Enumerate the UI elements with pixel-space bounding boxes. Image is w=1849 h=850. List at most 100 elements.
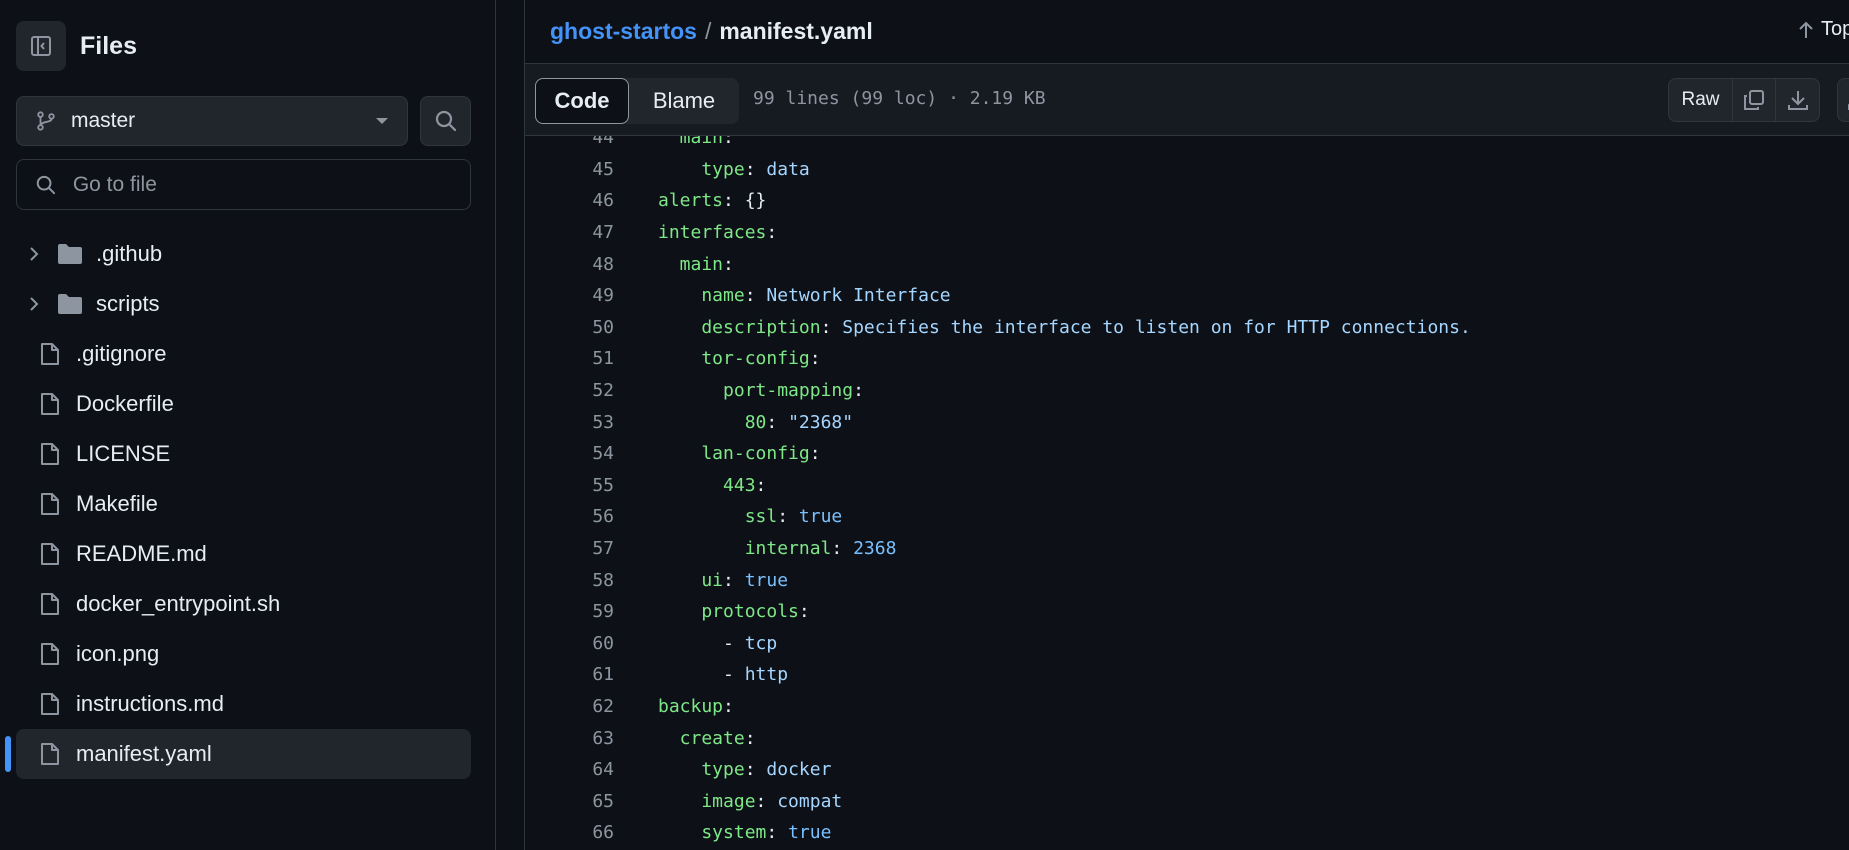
file-icon [36,342,64,366]
top-button[interactable]: Top [1797,18,1849,41]
code-line: 57 internal: 2368 [525,533,1471,565]
line-number[interactable]: 51 [525,348,614,369]
line-number[interactable]: 59 [525,601,614,622]
line-content: name: Network Interface [658,285,950,306]
sidebar-title: Files [80,31,137,60]
code-view[interactable]: 44 main: 45 type: data 46 alerts: {} 47 interfa… [525,136,1849,850]
line-number[interactable]: 55 [525,475,614,496]
code-line: 64 type: docker [525,754,1471,786]
line-content: port-mapping: [658,380,864,401]
file-icon [36,492,64,516]
line-number[interactable]: 54 [525,443,614,464]
line-number[interactable]: 50 [525,317,614,338]
yaml-punct: : [755,790,778,812]
git-branch-icon [37,111,55,131]
line-number[interactable]: 66 [525,822,614,843]
sidebar-header: Files [16,20,137,72]
line-number[interactable]: 63 [525,728,614,749]
tree-item-manifest[interactable]: manifest.yaml [5,729,471,779]
copy-button[interactable] [1733,79,1776,121]
blame-tab[interactable]: Blame [629,78,739,124]
yaml-value: http [744,664,789,686]
yaml-key: main [679,253,724,275]
line-number[interactable]: 46 [525,190,614,211]
raw-button[interactable]: Raw [1669,79,1733,121]
tree-item-label: Dockerfile [76,391,174,416]
line-content: interfaces: [658,222,777,243]
code-line: 66 system: true [525,817,1471,849]
line-number[interactable]: 53 [525,412,614,433]
yaml-key: backup [658,695,724,717]
tree-item-makefile[interactable]: Makefile [16,479,471,529]
tree-item-gitignore[interactable]: .gitignore [16,329,471,379]
yaml-punct: : [744,727,756,749]
chevron-right-icon[interactable] [20,246,48,262]
file-tree-sidebar: Files master Go to file .github scripts … [0,0,496,850]
line-content: description: Specifies the interface to … [658,316,1470,338]
tree-item-readme[interactable]: README.md [16,529,471,579]
branch-selector-button[interactable]: master [16,96,408,146]
line-content: internal: 2368 [658,538,897,560]
tree-item-docker-entrypoint[interactable]: docker_entrypoint.sh [16,579,471,629]
line-content: backup: [658,696,734,717]
yaml-punct: : [809,348,821,370]
tree-item-license[interactable]: LICENSE [16,429,471,479]
yaml-key: 80 [744,411,767,433]
code-line: 46 alerts: {} [525,185,1471,217]
code-lines: 44 main: 45 type: data 46 alerts: {} 47 interfa… [525,136,1471,849]
line-number[interactable]: 52 [525,380,614,401]
tree-item-scripts[interactable]: scripts [16,279,471,329]
yaml-key: type [701,158,745,180]
tree-item-label: scripts [96,291,160,316]
line-number[interactable]: 56 [525,506,614,527]
yaml-punct: : [831,538,854,560]
download-icon [1787,91,1808,110]
line-content: tor-config: [658,348,821,370]
tree-item-label: LICENSE [76,441,171,466]
line-number[interactable]: 45 [525,159,614,180]
search-files-button[interactable] [420,96,471,146]
yaml-key: main [679,136,724,149]
file-icon [36,592,64,616]
line-number[interactable]: 47 [525,222,614,243]
tree-item-instructions[interactable]: instructions.md [16,679,471,729]
code-line: 50 description: Specifies the interface t… [525,312,1470,344]
file-actions: Raw [1668,78,1820,122]
line-number[interactable]: 49 [525,285,614,306]
line-number[interactable]: 61 [525,664,614,685]
edit-button[interactable] [1837,78,1849,122]
code-line: 60 - tcp [525,628,1471,660]
line-content: main: [658,136,734,148]
yaml-key: protocols [701,601,799,623]
arrow-up-icon [1799,21,1813,38]
line-number[interactable]: 60 [525,633,614,654]
line-number[interactable]: 48 [525,254,614,275]
chevron-right-icon[interactable] [20,296,48,312]
tree-item-icon-png[interactable]: icon.png [16,629,471,679]
tree-item-github[interactable]: .github [16,229,471,279]
tree-item-dockerfile[interactable]: Dockerfile [16,379,471,429]
breadcrumb-repo-link[interactable]: ghost-startos [550,18,697,44]
yaml-key: lan-config [701,443,810,465]
code-tab[interactable]: Code [535,78,629,124]
line-number[interactable]: 44 [525,136,614,148]
code-line: 65 image: compat [525,785,1471,817]
line-content: type: docker [658,759,831,780]
line-number[interactable]: 57 [525,538,614,559]
folder-icon [56,243,84,265]
yaml-key: ui [701,569,724,591]
line-number[interactable]: 62 [525,696,614,717]
code-line: 56 ssl: true [525,501,1471,533]
download-button[interactable] [1776,79,1819,121]
caret-down-icon [376,118,388,124]
go-to-file-input[interactable] [70,171,452,198]
line-number[interactable]: 65 [525,791,614,812]
sidebar-toggle-button[interactable] [16,21,66,71]
yaml-key: interfaces [658,222,767,244]
line-number[interactable]: 58 [525,570,614,591]
line-content: lan-config: [658,443,820,465]
go-to-file-field[interactable] [16,159,471,210]
active-indicator [5,736,11,772]
yaml-key: description [701,316,821,338]
line-number[interactable]: 64 [525,759,614,780]
